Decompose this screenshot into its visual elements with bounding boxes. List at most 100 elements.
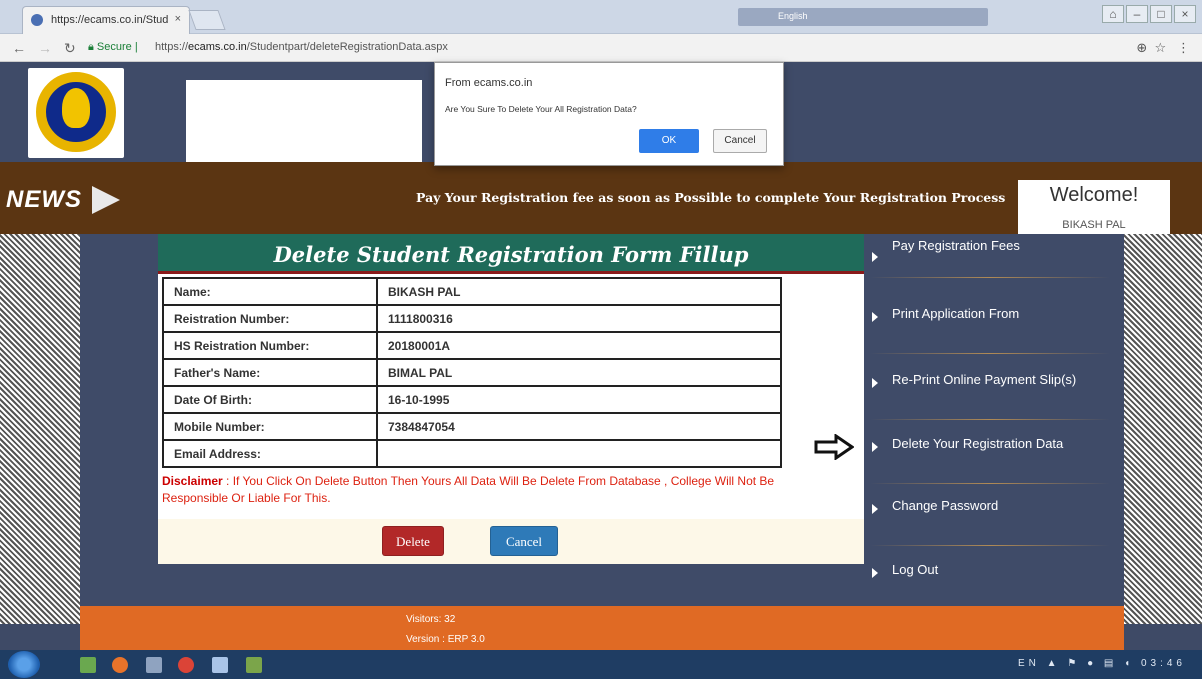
menu-item-label: Change Password bbox=[892, 498, 999, 513]
menu-item-change-password[interactable]: Change Password bbox=[860, 486, 1124, 546]
url-path: /Studentpart/deleteRegistrationData.aspx bbox=[246, 41, 448, 53]
calculator-icon[interactable] bbox=[146, 657, 162, 673]
row-value: 16-10-1995 bbox=[376, 385, 782, 414]
menu-separator bbox=[870, 353, 1110, 354]
forward-arrow-icon[interactable]: → bbox=[38, 40, 52, 56]
dialog-message: Are You Sure To Delete Your All Registra… bbox=[445, 104, 637, 114]
ime-language: English bbox=[778, 11, 808, 21]
row-value: BIMAL PAL bbox=[376, 358, 782, 387]
menu-item-label: Re-Print Online Payment Slip(s) bbox=[892, 372, 1077, 387]
paint-app-icon[interactable] bbox=[246, 657, 262, 673]
dialog-cancel-button[interactable]: Cancel bbox=[713, 129, 767, 153]
site-favicon-icon bbox=[31, 14, 43, 26]
window-controls: ⌂ – □ × bbox=[1100, 5, 1196, 23]
account-icon[interactable]: ⌂ bbox=[1102, 5, 1124, 23]
menu-item-pay-fees[interactable]: Pay Registration Fees bbox=[860, 234, 1124, 294]
word-app-icon[interactable] bbox=[212, 657, 228, 673]
menu-item-label: Delete Your Registration Data bbox=[892, 436, 1064, 451]
redacted-area bbox=[186, 80, 422, 166]
browser-tab[interactable]: https://ecams.co.in/Stud × bbox=[22, 6, 190, 34]
row-label: HS Reistration Number: bbox=[162, 331, 378, 360]
bullet-icon bbox=[872, 252, 878, 262]
menu-separator bbox=[870, 419, 1110, 420]
minimize-button[interactable]: – bbox=[1126, 5, 1148, 23]
form-title: Delete Student Registration Form Fillup bbox=[158, 234, 864, 274]
system-tray: EN ▲ ⚑ ● ▤ ◖ 03:46 bbox=[1018, 658, 1186, 669]
delete-registration-form: Delete Student Registration Form Fillup … bbox=[158, 234, 864, 564]
table-row: Name: BIKASH PAL bbox=[162, 277, 782, 306]
browser-tab-bar: https://ecams.co.in/Stud × English ⌂ – □ × bbox=[0, 0, 1202, 34]
url-scheme: https:// bbox=[155, 41, 189, 53]
news-label-text: NEWS bbox=[6, 186, 82, 213]
language-indicator[interactable]: EN bbox=[1018, 658, 1040, 669]
menu-item-label: Pay Registration Fees bbox=[892, 238, 1020, 253]
zoom-icon[interactable]: ⊕ bbox=[1136, 40, 1147, 55]
version-info: Version : ERP 3.0 bbox=[406, 634, 485, 645]
table-row: Reistration Number: 1111800316 bbox=[162, 304, 782, 333]
disclaimer-label: Disclaimer bbox=[162, 474, 223, 488]
row-value: 1111800316 bbox=[376, 304, 782, 333]
row-value bbox=[376, 439, 782, 468]
ime-toolbar[interactable]: English bbox=[738, 8, 988, 26]
menu-item-print-application[interactable]: Print Application From bbox=[860, 294, 1124, 354]
news-label: NEWS bbox=[0, 180, 120, 220]
table-row: HS Reistration Number: 20180001A bbox=[162, 331, 782, 360]
row-value: 20180001A bbox=[376, 331, 782, 360]
new-tab-button[interactable] bbox=[188, 10, 226, 30]
main-content: Delete Student Registration Form Fillup … bbox=[80, 234, 1124, 624]
row-label: Father's Name: bbox=[162, 358, 378, 387]
row-value: 7384847054 bbox=[376, 412, 782, 441]
bullet-icon bbox=[872, 442, 878, 452]
firefox-icon[interactable] bbox=[112, 657, 128, 673]
explorer-icon[interactable] bbox=[80, 657, 96, 673]
college-logo bbox=[28, 68, 124, 158]
bullet-icon bbox=[872, 568, 878, 578]
row-label: Email Address: bbox=[162, 439, 378, 468]
disclaimer-text: : If You Click On Delete Button Then You… bbox=[162, 474, 775, 505]
chrome-icon[interactable] bbox=[178, 657, 194, 673]
secure-indicator[interactable]: 🔒︎ Secure | bbox=[88, 41, 138, 54]
menu-separator bbox=[870, 545, 1110, 546]
menu-item-delete-registration[interactable]: Delete Your Registration Data bbox=[814, 424, 1124, 484]
student-details-table: Name: BIKASH PAL Reistration Number: 11118… bbox=[162, 277, 782, 468]
form-actions: Delete Cancel bbox=[158, 519, 864, 564]
menu-separator bbox=[870, 277, 1110, 278]
site-footer: Visitors: 32 Version : ERP 3.0 bbox=[80, 606, 1124, 650]
address-bar: ← → ↻ 🔒︎ Secure | https://ecams.co.in/St… bbox=[0, 34, 1202, 62]
bookmark-star-icon[interactable]: ☆ bbox=[1155, 40, 1167, 55]
side-menu: Pay Registration Fees Print Application … bbox=[814, 234, 1124, 624]
welcome-box: Welcome! BIKASH PAL bbox=[1018, 180, 1170, 236]
menu-separator bbox=[870, 483, 1110, 484]
disclaimer: Disclaimer : If You Click On Delete Butt… bbox=[162, 473, 782, 507]
lock-icon: 🔒︎ bbox=[88, 41, 94, 53]
clock[interactable]: 03:46 bbox=[1141, 658, 1186, 669]
delete-button[interactable]: Delete bbox=[382, 526, 444, 556]
menu-item-log-out[interactable]: Log Out bbox=[860, 550, 1124, 610]
bullet-icon bbox=[872, 312, 878, 322]
cancel-button[interactable]: Cancel bbox=[490, 526, 558, 556]
news-bar: NEWS Pay Your Registration fee as soon a… bbox=[0, 162, 1202, 236]
close-window-button[interactable]: × bbox=[1174, 5, 1196, 23]
row-label: Reistration Number: bbox=[162, 304, 378, 333]
bullet-icon bbox=[872, 378, 878, 388]
back-arrow-icon[interactable]: ← bbox=[12, 40, 26, 56]
reload-icon[interactable]: ↻ bbox=[64, 40, 76, 57]
dialog-ok-button[interactable]: OK bbox=[639, 129, 699, 153]
menu-item-label: Print Application From bbox=[892, 306, 1020, 321]
menu-item-reprint-payment-slip[interactable]: Re-Print Online Payment Slip(s) bbox=[860, 360, 1124, 420]
pointing-arrow-icon bbox=[814, 434, 854, 460]
menu-item-label: Log Out bbox=[892, 562, 939, 577]
row-label: Mobile Number: bbox=[162, 412, 378, 441]
tab-close-icon[interactable]: × bbox=[175, 13, 181, 25]
start-button-icon[interactable] bbox=[8, 651, 40, 678]
visitor-count: Visitors: 32 bbox=[406, 614, 456, 625]
logo-flame-icon bbox=[62, 88, 90, 128]
news-ticker: Pay Your Registration fee as soon as Pos… bbox=[416, 190, 1006, 205]
table-row: Date Of Birth: 16-10-1995 bbox=[162, 385, 782, 414]
maximize-button[interactable]: □ bbox=[1150, 5, 1172, 23]
tray-icons[interactable]: ▲ ⚑ ● ▤ ◖ bbox=[1047, 658, 1135, 669]
table-row: Father's Name: BIMAL PAL bbox=[162, 358, 782, 387]
browser-menu-icon[interactable]: ⋮ bbox=[1177, 40, 1190, 55]
news-arrow-icon bbox=[92, 186, 120, 214]
url-input[interactable]: https://ecams.co.in/Studentpart/deleteRe… bbox=[155, 41, 448, 53]
